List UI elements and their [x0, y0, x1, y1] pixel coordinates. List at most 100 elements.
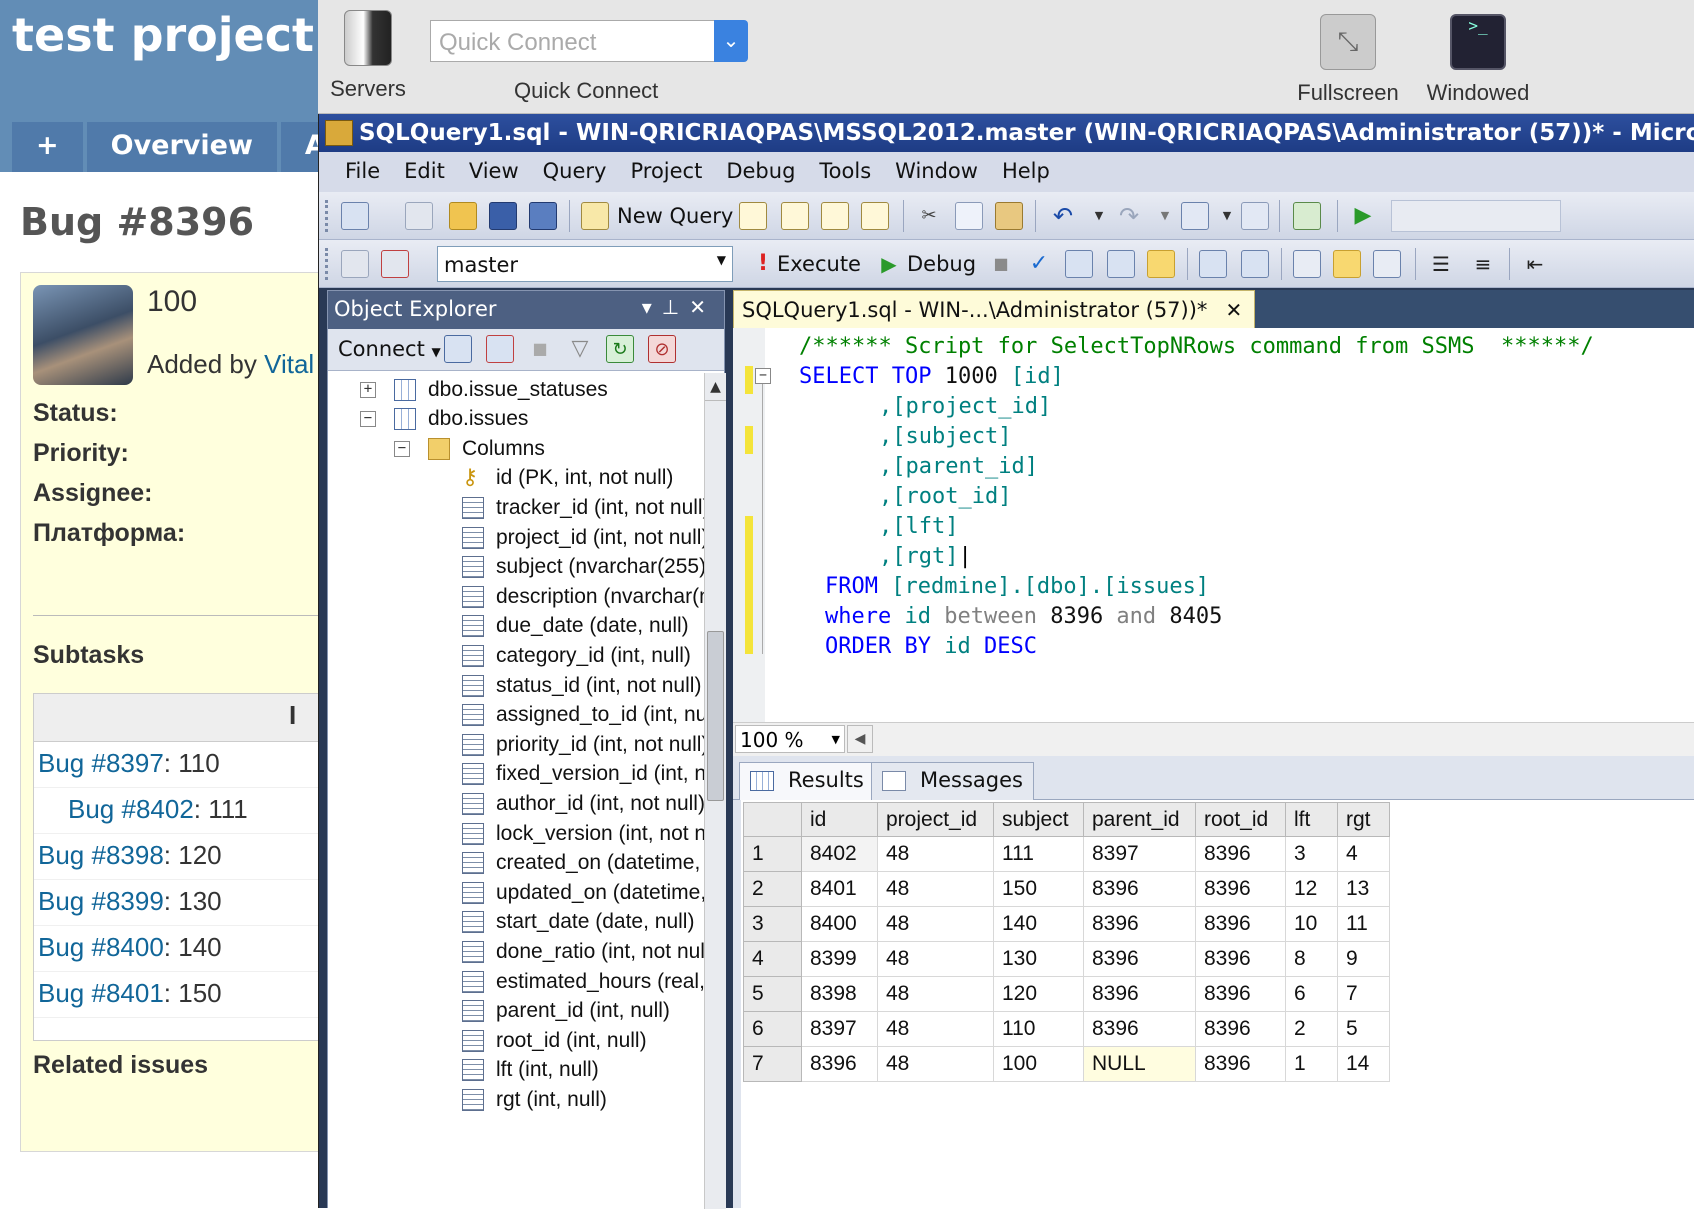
collapse-icon[interactable]: −	[360, 411, 376, 428]
tree-item[interactable]: assigned_to_id (int, nul	[462, 701, 704, 730]
grid-cell[interactable]: 8396	[801, 1046, 878, 1082]
results-to-text-icon[interactable]	[1293, 250, 1321, 278]
toolbar-grip[interactable]	[325, 248, 329, 280]
tree-item[interactable]: done_ratio (int, not null	[462, 937, 704, 966]
debug-button[interactable]: Debug	[907, 252, 976, 276]
grid-cell[interactable]: 12	[1285, 871, 1338, 907]
grid-cell[interactable]: NULL	[1083, 1046, 1196, 1082]
start-debugging-icon[interactable]: ▶	[1349, 202, 1377, 230]
navigate-backward-icon[interactable]	[1181, 202, 1209, 230]
subtask-link[interactable]: Bug #8401	[38, 978, 164, 1008]
grid-cell[interactable]: 130	[993, 941, 1084, 977]
grid-cell[interactable]: 150	[993, 871, 1084, 907]
grid-cell[interactable]: 48	[877, 906, 994, 942]
results-grid-toggle-icon[interactable]	[1333, 250, 1361, 278]
column-header-rgt[interactable]: rgt	[1337, 802, 1390, 837]
redo-icon[interactable]: ↷	[1115, 202, 1143, 230]
tree-item[interactable]: category_id (int, null)	[462, 641, 691, 670]
grid-cell[interactable]: 120	[993, 976, 1084, 1012]
tree-item[interactable]: subject (nvarchar(255)	[462, 553, 704, 582]
grid-cell[interactable]: 8	[1285, 941, 1338, 977]
grid-cell[interactable]: 8396	[1195, 1046, 1286, 1082]
table-row[interactable]: 1 8402 48 111 8397 8396 3 4	[743, 836, 1390, 872]
results-to-file-icon[interactable]	[1373, 250, 1401, 278]
include-actual-plan-icon[interactable]	[1199, 250, 1227, 278]
grid-cell[interactable]: 48	[877, 871, 994, 907]
cut-icon[interactable]: ✂	[915, 202, 943, 230]
tree-item[interactable]: − Columns	[394, 434, 545, 463]
new-query-icon[interactable]	[581, 202, 609, 230]
menu-file[interactable]: File	[333, 152, 392, 192]
add-item-icon[interactable]	[405, 202, 433, 230]
column-header-lft[interactable]: lft	[1285, 802, 1338, 837]
menu-view[interactable]: View	[457, 152, 531, 192]
comment-lines-icon[interactable]: ☰	[1427, 250, 1455, 278]
grid-cell[interactable]: 48	[877, 836, 994, 872]
xmla-query-icon[interactable]	[861, 202, 889, 230]
grid-cell[interactable]: 3	[1285, 836, 1338, 872]
query-designer-icon[interactable]	[1107, 250, 1135, 278]
open-folder-icon[interactable]	[449, 202, 477, 230]
table-row[interactable]: 4 8399 48 130 8396 8396 8 9	[743, 941, 1390, 977]
tree-item[interactable]: + dbo.issue_statuses	[360, 375, 608, 404]
tree-item[interactable]: ⚷ id (PK, int, not null)	[462, 464, 673, 493]
save-icon[interactable]	[489, 202, 517, 230]
close-icon[interactable]: ✕	[689, 295, 716, 319]
save-all-icon[interactable]	[529, 202, 557, 230]
scroll-left-icon[interactable]: ◀	[847, 725, 873, 753]
tree-item[interactable]: start_date (date, null)	[462, 908, 694, 937]
database-dropdown[interactable]: master ▼	[437, 246, 733, 282]
grid-cell[interactable]: 8400	[801, 906, 878, 942]
grid-cell[interactable]: 8397	[801, 1011, 878, 1047]
grid-cell[interactable]: 13	[1337, 871, 1390, 907]
menu-edit[interactable]: Edit	[392, 152, 457, 192]
navigate-forward-icon[interactable]	[1241, 202, 1269, 230]
tab-sqlquery1[interactable]: SQLQuery1.sql - WIN-...\Administrator (5…	[733, 290, 1256, 328]
tree-item[interactable]: author_id (int, not null)	[462, 789, 704, 818]
table-row[interactable]: 2 8401 48 150 8396 8396 12 13	[743, 871, 1390, 907]
grid-cell[interactable]: 111	[993, 836, 1084, 872]
row-number[interactable]: 6	[743, 1011, 802, 1047]
connect-icon[interactable]	[341, 250, 369, 278]
parse-icon[interactable]: ✓	[1025, 250, 1053, 278]
cancel-query-icon[interactable]: ■	[987, 250, 1015, 278]
grid-cell[interactable]: 1	[1285, 1046, 1338, 1082]
tree-item[interactable]: root_id (int, null)	[462, 1026, 647, 1055]
grid-cell[interactable]: 8396	[1195, 836, 1286, 872]
sql-code-editor[interactable]: − /****** Script for SelectTopNRows comm…	[733, 328, 1694, 722]
grid-cell[interactable]: 8401	[801, 871, 878, 907]
tab-overview[interactable]: Overview	[86, 122, 277, 172]
paste-icon[interactable]	[995, 202, 1023, 230]
grid-cell[interactable]: 7	[1337, 976, 1390, 1012]
tree-item[interactable]: parent_id (int, null)	[462, 997, 670, 1026]
pin-icon[interactable]: ⊥	[662, 295, 689, 319]
results-to-grid-icon[interactable]	[1147, 250, 1175, 278]
collapse-icon[interactable]: −	[755, 368, 771, 384]
disconnect-icon[interactable]	[381, 250, 409, 278]
grid-cell[interactable]: 48	[877, 1046, 994, 1082]
column-header-root-id[interactable]: root_id	[1195, 802, 1286, 837]
redo-dropdown-icon[interactable]: ▼	[1151, 202, 1179, 230]
connect-object-explorer-icon[interactable]	[444, 335, 472, 363]
grid-cell[interactable]: 8396	[1195, 976, 1286, 1012]
grid-cell[interactable]: 10	[1285, 906, 1338, 942]
undo-dropdown-icon[interactable]: ▼	[1085, 202, 1113, 230]
grid-cell[interactable]: 9	[1337, 941, 1390, 977]
tree-item[interactable]: status_id (int, not null)	[462, 671, 701, 700]
subtask-link[interactable]: Bug #8398	[38, 840, 164, 870]
tree-item[interactable]: priority_id (int, not null)	[462, 730, 704, 759]
tree-item[interactable]: description (nvarchar(m	[462, 582, 704, 611]
tab-new[interactable]: +	[12, 122, 83, 172]
table-row[interactable]: 7 8396 48 100 NULL 8396 1 14	[743, 1046, 1390, 1082]
decrease-indent-icon[interactable]: ⇤	[1521, 250, 1549, 278]
grid-cell[interactable]: 8396	[1083, 871, 1196, 907]
subtask-link[interactable]: Bug #8399	[38, 886, 164, 916]
expand-icon[interactable]: +	[360, 381, 376, 398]
dmx-query-icon[interactable]	[821, 202, 849, 230]
tree-item[interactable]: updated_on (datetime,	[462, 878, 704, 907]
grid-cell[interactable]: 8396	[1195, 941, 1286, 977]
table-row[interactable]: 3 8400 48 140 8396 8396 10 11	[743, 906, 1390, 942]
table-row[interactable]: 6 8397 48 110 8396 8396 2 5	[743, 1011, 1390, 1047]
tree-item[interactable]: due_date (date, null)	[462, 612, 689, 641]
row-number[interactable]: 4	[743, 941, 802, 977]
